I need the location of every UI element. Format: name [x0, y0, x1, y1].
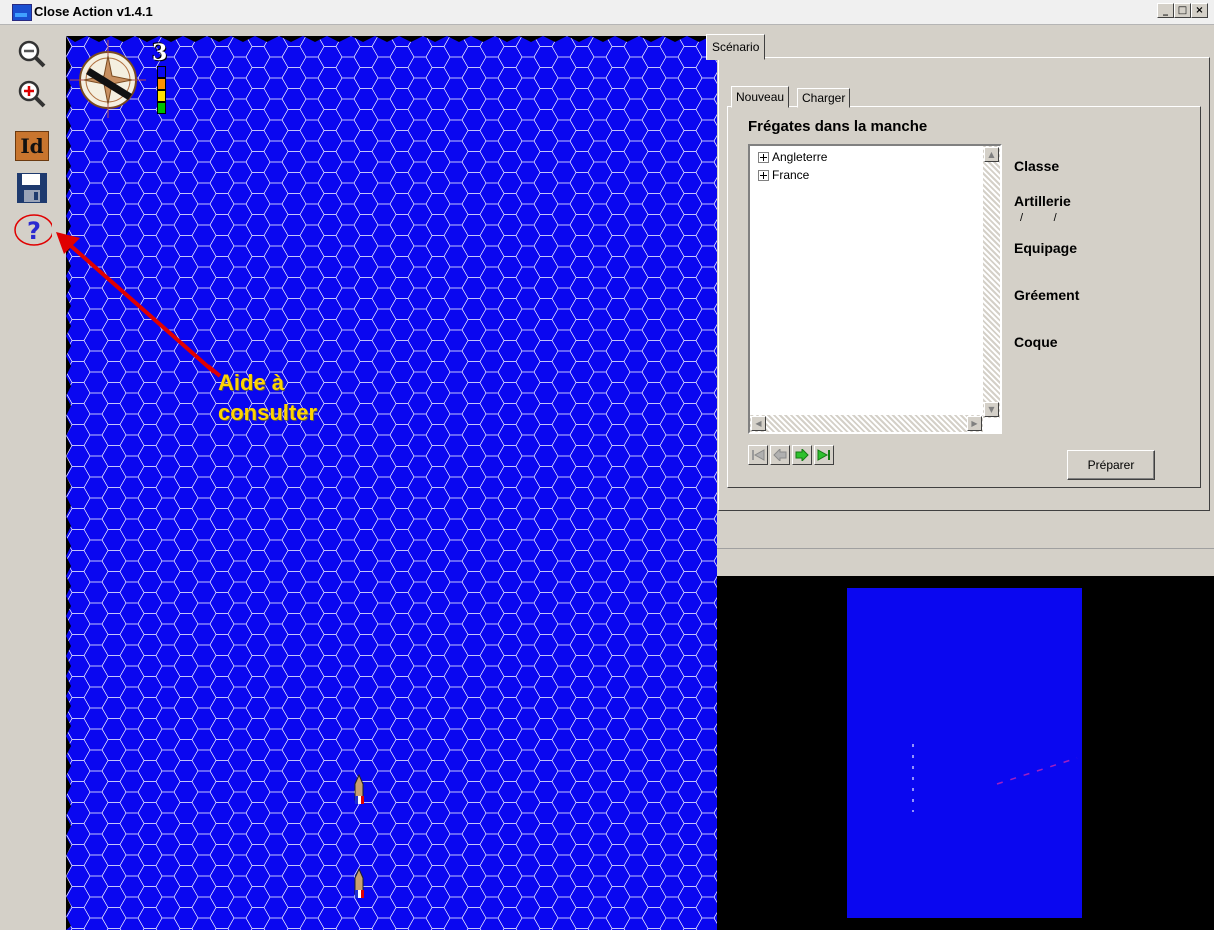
- zoom-in-button[interactable]: [12, 76, 52, 112]
- help-icon: ?: [14, 214, 52, 246]
- minimap[interactable]: [717, 576, 1214, 930]
- hex-grid: [66, 36, 717, 930]
- label-coque: Coque: [1014, 334, 1058, 350]
- first-record-button[interactable]: [748, 445, 768, 465]
- help-button[interactable]: ?: [12, 212, 52, 248]
- window-title: Close Action v1.4.1: [34, 4, 153, 19]
- artillerie-values: / /: [1020, 212, 1057, 224]
- compass-rose: [70, 40, 146, 118]
- frigate-tree[interactable]: Angleterre France ▲ ▼ ◀ ▶: [748, 144, 1002, 434]
- label-artillerie: Artillerie: [1014, 193, 1071, 209]
- next-arrow-icon: [795, 449, 809, 461]
- wind-level-indicator: [157, 66, 166, 114]
- minimize-button[interactable]: _: [1157, 3, 1174, 18]
- app-icon: [12, 4, 32, 21]
- title-bar: Close Action v1.4.1 _ □ ×: [0, 0, 1214, 25]
- last-arrow-icon: [817, 449, 830, 461]
- close-button[interactable]: ×: [1191, 3, 1208, 18]
- scroll-left-icon[interactable]: ◀: [751, 416, 766, 431]
- next-record-button[interactable]: [792, 445, 812, 465]
- french-frigate-1[interactable]: [352, 774, 366, 806]
- scroll-down-icon[interactable]: ▼: [984, 402, 999, 417]
- svg-text:?: ?: [27, 217, 41, 245]
- minimap-overlay: [912, 744, 1078, 812]
- tree-horizontal-scrollbar[interactable]: ◀ ▶: [750, 415, 983, 432]
- wind-level-orange: [157, 78, 166, 90]
- scroll-up-icon[interactable]: ▲: [984, 147, 999, 162]
- tab-nouveau[interactable]: Nouveau: [731, 86, 790, 108]
- prepare-button[interactable]: Préparer: [1067, 450, 1155, 480]
- help-annotation: Aide à consulter: [218, 368, 317, 428]
- id-icon-label: Id: [20, 134, 44, 158]
- id-icon: Id: [15, 131, 49, 161]
- tree-item-label: Angleterre: [772, 150, 828, 164]
- wind-level-blue: [157, 66, 166, 78]
- first-arrow-icon: [752, 449, 765, 461]
- tab-scenario[interactable]: Scénario: [706, 34, 766, 60]
- annotation-arrow: [56, 232, 222, 378]
- minimap-sea: [847, 588, 1082, 918]
- scenario-group-title: Frégates dans la manche: [748, 118, 928, 135]
- floppy-disk-icon: [17, 173, 47, 203]
- previous-record-button[interactable]: [770, 445, 790, 465]
- label-classe: Classe: [1014, 158, 1060, 174]
- label-greement: Gréement: [1014, 287, 1080, 303]
- expand-icon[interactable]: [758, 169, 769, 181]
- zoom-out-button[interactable]: [12, 36, 52, 72]
- tree-vertical-scrollbar[interactable]: ▲ ▼: [983, 146, 1000, 418]
- scroll-right-icon[interactable]: ▶: [967, 416, 982, 431]
- french-frigate-2[interactable]: [352, 868, 366, 900]
- hex-map[interactable]: [66, 36, 717, 930]
- label-equipage: Equipage: [1014, 240, 1078, 256]
- previous-arrow-icon: [773, 449, 787, 461]
- save-button[interactable]: [12, 170, 52, 206]
- tree-item-angleterre[interactable]: Angleterre: [758, 150, 827, 164]
- record-navigator: [748, 445, 834, 465]
- tree-item-label: France: [772, 168, 810, 182]
- zoom-in-icon: [18, 80, 46, 108]
- wind-strength: 3: [152, 40, 168, 66]
- last-record-button[interactable]: [814, 445, 834, 465]
- id-button[interactable]: Id: [12, 128, 52, 164]
- expand-icon[interactable]: [758, 151, 769, 163]
- window-controls: _ □ ×: [1157, 3, 1208, 18]
- help-annotation-line2: consulter: [218, 400, 318, 425]
- help-annotation-line1: Aide à: [218, 370, 285, 395]
- maximize-button[interactable]: □: [1174, 3, 1191, 18]
- tab-charger[interactable]: Charger: [797, 88, 851, 108]
- wind-level-yellow: [157, 90, 166, 102]
- tree-item-france[interactable]: France: [758, 168, 809, 182]
- wind-level-green: [157, 102, 166, 114]
- panel-divider: [717, 548, 1214, 549]
- zoom-out-icon: [18, 40, 46, 68]
